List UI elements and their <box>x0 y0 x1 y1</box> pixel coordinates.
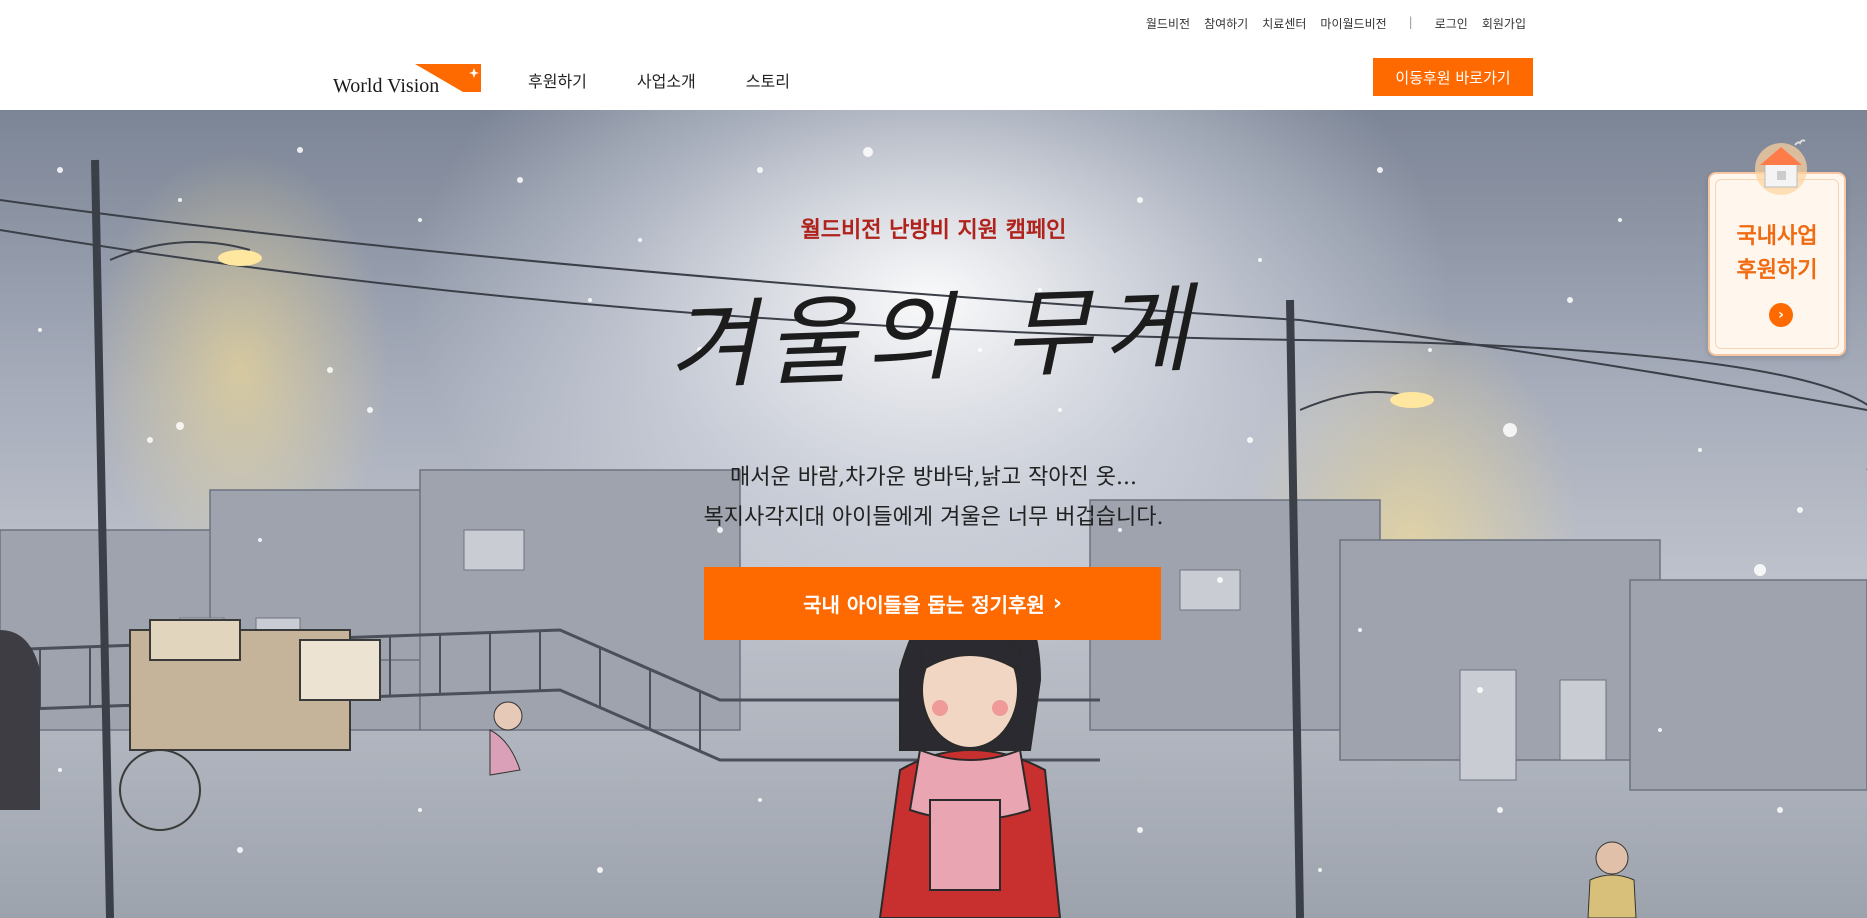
chevron-right-icon: › <box>1052 591 1062 616</box>
side-card-text: 국내사업 후원하기 <box>1708 220 1846 288</box>
nav-item-sponsor[interactable]: 후원하기 <box>528 68 587 92</box>
util-separator: | <box>1408 15 1413 29</box>
side-card-line-1: 국내사업 <box>1736 224 1818 249</box>
util-link-worldvision[interactable]: 월드비전 <box>1146 15 1190 32</box>
regular-sponsor-label: 국내 아이들을 돕는 정기후원 <box>803 593 1045 617</box>
top-cta-button[interactable]: 이동후원 바로가기 <box>1373 58 1533 96</box>
utility-links: 월드비전 참여하기 치료센터 마이월드비전 | 로그인 회원가입 <box>1146 15 1526 32</box>
nav-item-story[interactable]: 스토리 <box>746 68 790 92</box>
utility-bar: 월드비전 참여하기 치료센터 마이월드비전 | 로그인 회원가입 <box>0 0 1867 48</box>
description-line-1: 매서운 바람,차가운 방바닥,낡고 작아진 옷... <box>729 465 1138 490</box>
signup-link[interactable]: 회원가입 <box>1482 15 1526 32</box>
house-icon <box>1755 139 1807 195</box>
regular-sponsor-button[interactable]: 국내 아이들을 돕는 정기후원 › <box>704 567 1161 640</box>
main-nav: 후원하기 사업소개 스토리 <box>528 68 790 92</box>
login-link[interactable]: 로그인 <box>1435 15 1468 32</box>
util-link-participate[interactable]: 참여하기 <box>1204 15 1248 32</box>
logo-wordmark: World Vision <box>333 75 439 96</box>
campaign-description: 매서운 바람,차가운 방바닥,낡고 작아진 옷... 복지사각지대 아이들에게 … <box>0 458 1867 538</box>
description-line-2: 복지사각지대 아이들에게 겨울은 너무 버겁습니다. <box>703 505 1164 530</box>
util-link-my-worldvision[interactable]: 마이월드비전 <box>1320 15 1386 32</box>
side-card-arrow-icon[interactable]: › <box>1769 303 1793 327</box>
world-vision-logo[interactable]: World Vision <box>333 62 483 97</box>
main-header: World Vision 후원하기 사업소개 스토리 이동후원 바로가기 <box>0 48 1867 110</box>
side-card-line-2: 후원하기 <box>1736 258 1818 283</box>
hero-banner: 월드비전 난방비 지원 캠페인 겨울의 무게 매서운 바람,차가운 방바닥,낡고… <box>0 110 1867 918</box>
util-link-clinic[interactable]: 치료센터 <box>1262 15 1306 32</box>
nav-item-programs[interactable]: 사업소개 <box>637 68 696 92</box>
